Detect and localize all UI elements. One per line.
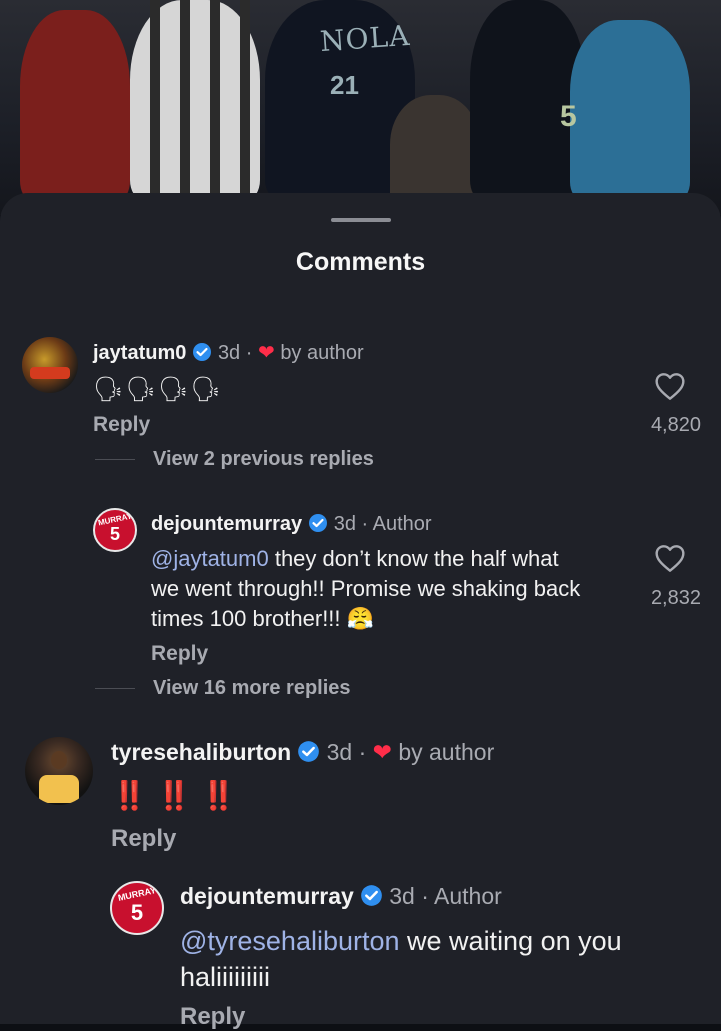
comment-header: tyresehaliburton 3d · ❤ by author	[111, 739, 494, 769]
author-label: Author	[434, 883, 502, 909]
comment-header: dejountemurray 3d · Author	[151, 513, 432, 539]
verified-badge-icon	[308, 513, 328, 539]
reply-button[interactable]: Reply	[180, 1003, 245, 1031]
comment-time: 3d	[326, 739, 353, 765]
author-liked-heart-icon: ❤	[372, 739, 392, 765]
verified-badge-icon	[297, 740, 320, 769]
divider	[95, 688, 135, 689]
reply-button[interactable]: Reply	[111, 825, 176, 853]
reply-button[interactable]: Reply	[151, 642, 208, 666]
like-count: 2,832	[650, 587, 701, 609]
reply-button[interactable]: Reply	[93, 413, 150, 437]
comment-time: 3d	[333, 513, 356, 535]
separator: ·	[421, 883, 429, 909]
avatar[interactable]	[22, 337, 78, 393]
spectator-figure	[570, 20, 690, 200]
like-heart-icon[interactable]	[652, 371, 688, 403]
username[interactable]: tyresehaliburton	[111, 739, 291, 765]
username[interactable]: dejountemurray	[180, 883, 354, 909]
mention-link[interactable]: @jaytatum0	[151, 546, 269, 571]
avatar[interactable]: MURRAY 5	[93, 508, 137, 552]
by-author-label: by author	[280, 342, 364, 364]
username[interactable]: jaytatum0	[93, 342, 186, 364]
comment-body: @tyresehaliburton we waiting on you hali…	[180, 923, 700, 995]
jersey-text: NOLA	[318, 18, 412, 59]
comments-sheet: Comments jaytatum0 3d · ❤ by author 🗣🗣🗣🗣…	[0, 193, 721, 1030]
view-replies-button[interactable]: View 16 more replies	[153, 677, 351, 700]
separator: ·	[358, 739, 367, 765]
comment-header: dejountemurray 3d · Author	[180, 883, 502, 913]
comment-body: @jaytatum0 they don’t know the half what…	[151, 544, 591, 634]
divider	[95, 459, 135, 460]
view-replies-button[interactable]: View 2 previous replies	[153, 448, 374, 471]
mention-link[interactable]: @tyresehaliburton	[180, 926, 400, 956]
separator: ·	[361, 513, 369, 535]
author-label: Author	[372, 513, 432, 535]
by-author-label: by author	[398, 739, 495, 765]
like-count: 4,820	[650, 414, 701, 436]
comment-body: 🗣🗣🗣🗣	[93, 376, 223, 403]
comment-time: 3d	[389, 883, 415, 909]
comment-body: ‼️ ‼️ ‼️	[112, 780, 238, 811]
jersey-number: 5	[560, 100, 577, 133]
verified-badge-icon	[360, 884, 383, 913]
avatar-number: 5	[130, 900, 144, 925]
post-photo: NOLA 21 5	[0, 0, 721, 215]
spectator-figure	[390, 95, 480, 205]
sheet-title: Comments	[295, 248, 426, 276]
player-figure	[20, 10, 130, 200]
avatar[interactable]	[25, 737, 93, 805]
comment-header: jaytatum0 3d · ❤ by author	[93, 340, 364, 368]
like-heart-icon[interactable]	[652, 543, 688, 575]
sheet-grabber[interactable]	[331, 218, 391, 222]
verified-badge-icon	[192, 342, 212, 368]
author-liked-heart-icon: ❤	[257, 342, 275, 364]
username[interactable]: dejountemurray	[151, 513, 302, 535]
comment-time: 3d	[217, 342, 241, 364]
avatar[interactable]: MURRAY 5	[110, 881, 164, 935]
jersey-number: 21	[330, 70, 359, 100]
separator: ·	[245, 342, 253, 364]
avatar-number: 5	[109, 524, 120, 544]
referee-figure	[130, 0, 260, 200]
